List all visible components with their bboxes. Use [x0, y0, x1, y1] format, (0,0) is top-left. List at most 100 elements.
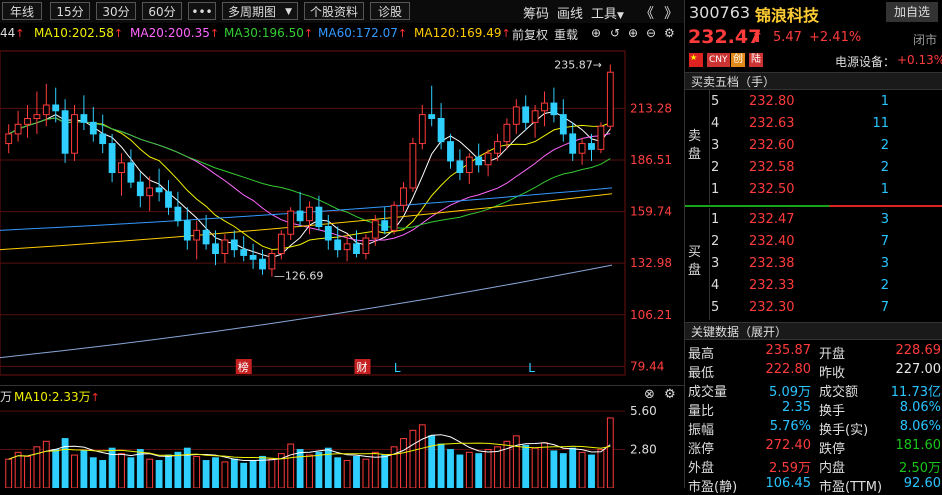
settings-gear-icon[interactable]: ⚙: [664, 26, 675, 40]
expand-icon[interactable]: 》: [664, 3, 678, 23]
buy-side-label-box: 买盘: [685, 208, 710, 320]
volume-bar: [259, 455, 266, 488]
add-indicator-icon[interactable]: ⊕: [628, 26, 638, 40]
more-periods-button[interactable]: •••: [188, 2, 216, 20]
candle-body: [334, 239, 342, 251]
candle-body: [136, 181, 144, 197]
add-watchlist-button[interactable]: 加自选: [886, 2, 938, 22]
buy-level-row[interactable]: 3 232.38 3: [709, 256, 942, 276]
ma-legend-row: 44↑ MA10:202.58↑ MA20:200.35↑ MA30:196.5…: [0, 23, 684, 43]
volume-tick-label: 5.60: [630, 404, 657, 418]
candle-body: [193, 229, 201, 241]
price-up-arrow-icon: ⬆: [751, 28, 764, 46]
volume-bar: [136, 449, 144, 488]
stock-name: 锦浪科技: [755, 6, 820, 25]
keydata-header[interactable]: 关键数据（展开）: [685, 322, 942, 340]
keydata-row: 最低 222.80 昨收 227.00: [685, 361, 942, 381]
sell-level-row[interactable]: 4 232.63 11: [709, 116, 942, 136]
keydata-label: 最低: [688, 366, 715, 381]
diagnose-button[interactable]: 诊股: [370, 2, 410, 20]
remove-indicator-icon[interactable]: ⊖: [646, 26, 656, 40]
keydata-value: 181.60: [895, 438, 942, 453]
period-year-button[interactable]: 年线: [2, 2, 42, 20]
tag-cny: CNY: [707, 53, 730, 67]
event-marker-l[interactable]: L: [394, 361, 401, 375]
candle-body: [212, 243, 219, 255]
volume-bar: [71, 454, 78, 488]
volume-bar: [146, 458, 154, 488]
candle-body: [296, 210, 304, 222]
volume-bars: [0, 410, 625, 488]
candle-body: [353, 243, 360, 255]
collapse-icon[interactable]: 《: [640, 3, 654, 23]
candle-body: [588, 143, 595, 150]
buy-level-volume: 7: [880, 300, 889, 315]
candle-body: [456, 160, 464, 174]
volume-bar: [193, 455, 201, 488]
keydata-label: 换手(实): [819, 423, 869, 438]
price-tick-label: 106.21: [630, 308, 672, 322]
draw-line-button[interactable]: 画线: [557, 3, 583, 22]
keydata-value: 2.59万: [769, 461, 811, 476]
undo-icon[interactable]: ↺: [610, 26, 620, 40]
adjust-mode-button[interactable]: 前复权: [512, 26, 548, 43]
sell-side-label: 卖盘: [688, 129, 702, 162]
candle-body: [5, 133, 13, 145]
keydata-row: 量比 2.35 换手 8.06%: [685, 399, 942, 419]
candle-body: [428, 114, 436, 120]
volume-bar: [174, 451, 182, 488]
sector-name[interactable]: 电源设备：: [835, 53, 895, 70]
candle-body: [324, 226, 332, 241]
buy-level-row[interactable]: 2 232.40 7: [709, 234, 942, 254]
sell-level-row[interactable]: 3 232.60 2: [709, 138, 942, 158]
tag-chuang: 创: [731, 53, 745, 67]
ma10-value: MA10:202.58↑: [34, 26, 124, 40]
volume-bar: [447, 449, 454, 488]
keydata-label: 内盘: [819, 461, 846, 476]
tools-label: 工具: [591, 7, 618, 22]
buy-level-row[interactable]: 4 232.33 2: [709, 278, 942, 298]
volume-bar: [296, 449, 304, 488]
keydata-value: 2.50万: [899, 461, 941, 476]
candle-body: [33, 114, 41, 120]
sell-level-volume: 2: [880, 160, 889, 175]
volume-bar: [428, 435, 436, 488]
volume-bar: [541, 442, 548, 488]
ma30-value: MA30:196.50↑: [224, 26, 314, 40]
ma5-line: [8, 111, 611, 258]
keydata-label: 成交额: [819, 385, 859, 400]
stock-info-button[interactable]: 个股资料: [304, 2, 364, 20]
sell-level-row[interactable]: 5 232.80 1: [709, 94, 942, 114]
keydata-value: 11.73亿: [890, 385, 941, 400]
keydata-row: 外盘 2.59万 内盘 2.50万: [685, 456, 942, 476]
market-status: 闭市: [913, 33, 938, 47]
candle-body: [522, 106, 530, 123]
event-marker-l[interactable]: L: [528, 361, 535, 375]
buy-level-price: 232.47: [749, 212, 795, 227]
keydata-table: 最高 235.87 开盘 228.69 最低 222.80 昨收 227.00 成交…: [685, 342, 942, 495]
candle-body: [61, 110, 69, 154]
volume-bar: [127, 457, 135, 488]
period-15min-button[interactable]: 15分: [50, 2, 90, 20]
volume-chart[interactable]: 5.60 2.80: [0, 385, 684, 488]
candle-body: [240, 249, 248, 256]
candle-body: [183, 220, 191, 241]
price-tick-label: 79.44: [630, 359, 664, 373]
candle-body: [447, 141, 454, 162]
candle-body: [287, 210, 295, 235]
period-60min-button[interactable]: 60分: [142, 2, 182, 20]
volume-bar: [240, 462, 248, 488]
buy-level-row[interactable]: 1 232.47 3: [709, 212, 942, 232]
chips-button[interactable]: 筹码: [523, 3, 549, 22]
buy-level-row[interactable]: 5 232.30 7: [709, 300, 942, 320]
tools-dropdown[interactable]: 工具▼: [591, 3, 624, 22]
china-flag-icon: ★: [689, 53, 703, 67]
sell-level-row[interactable]: 1 232.50 1: [709, 182, 942, 202]
kline-chart[interactable]: 213.28 186.51 159.74 132.98 106.21 79.44 235.…: [0, 43, 684, 383]
keydata-row: 振幅 5.76% 换手(实) 8.06%: [685, 418, 942, 438]
overlay-button[interactable]: 重载: [554, 26, 578, 43]
multi-period-dropdown[interactable]: 多周期图 ▼: [222, 2, 298, 20]
sell-level-row[interactable]: 2 232.58 2: [709, 160, 942, 180]
period-30min-button[interactable]: 30分: [96, 2, 136, 20]
plus-icon[interactable]: ⊕: [591, 26, 601, 40]
